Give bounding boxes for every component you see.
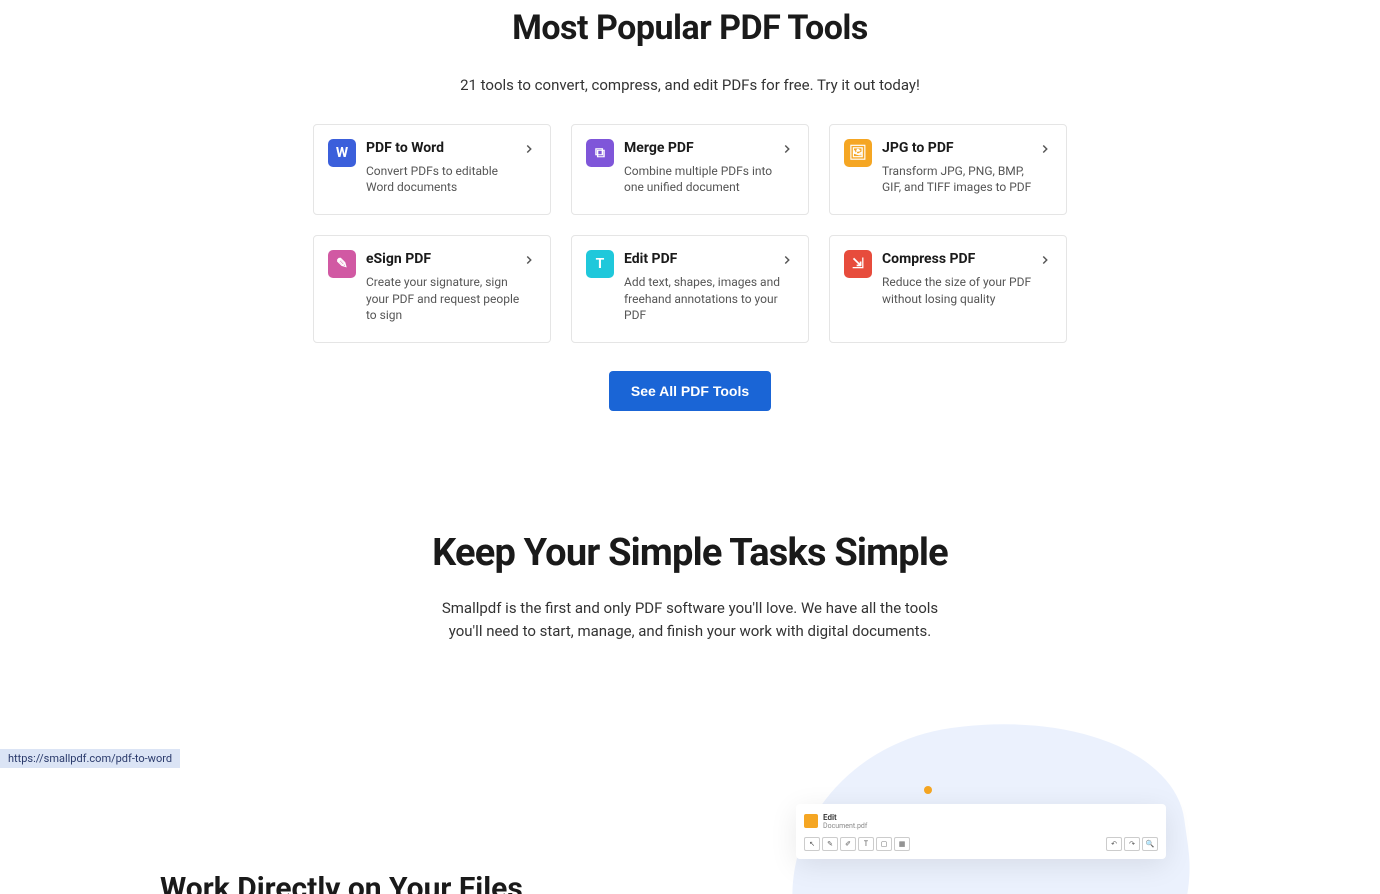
mock-doc-icon bbox=[804, 814, 818, 828]
mock-doc-name: Document.pdf bbox=[823, 822, 867, 830]
tool-title: Compress PDF bbox=[882, 250, 1052, 270]
tool-card-merge-pdf[interactable]: ⧉ Merge PDF Combine multiple PDFs into one… bbox=[571, 124, 809, 215]
browser-status-url: https://smallpdf.com/pdf-to-word bbox=[0, 749, 180, 768]
chevron-right-icon bbox=[522, 252, 536, 271]
chevron-right-icon bbox=[1038, 141, 1052, 160]
tool-desc: Transform JPG, PNG, BMP, GIF, and TIFF i… bbox=[882, 163, 1052, 197]
chevron-right-icon bbox=[780, 141, 794, 160]
tool-card-compress-pdf[interactable]: ⇲ Compress PDF Reduce the size of your PDF… bbox=[829, 235, 1067, 343]
section-subtitle: 21 tools to convert, compress, and edit … bbox=[160, 76, 1220, 94]
jpg-to-pdf-icon: 🖼 bbox=[844, 139, 872, 167]
compress-pdf-icon: ⇲ bbox=[844, 250, 872, 278]
esign-pdf-icon: ✎ bbox=[328, 250, 356, 278]
tool-desc: Create your signature, sign your PDF and… bbox=[366, 274, 536, 324]
tool-title: JPG to PDF bbox=[882, 139, 1052, 159]
mock-toolbar: ↖ ✎ ✐ T ▢ ▦ ↶ ↷ 🔍 bbox=[802, 835, 1160, 853]
text-tool-icon: T bbox=[858, 837, 874, 851]
tool-desc: Combine multiple PDFs into one unified d… bbox=[624, 163, 794, 197]
pointer-tool-icon: ↖ bbox=[804, 837, 820, 851]
chevron-right-icon bbox=[780, 252, 794, 271]
chevron-right-icon bbox=[522, 141, 536, 160]
zoom-icon: 🔍 bbox=[1142, 837, 1158, 851]
mock-doc-title: Edit bbox=[823, 813, 867, 822]
pen-tool-icon: ✎ bbox=[822, 837, 838, 851]
section2-text: Smallpdf is the first and only PDF softw… bbox=[430, 597, 950, 644]
pdf-to-word-icon: W bbox=[328, 139, 356, 167]
tool-card-edit-pdf[interactable]: T Edit PDF Add text, shapes, images and fr… bbox=[571, 235, 809, 343]
tool-desc: Convert PDFs to editable Word documents bbox=[366, 163, 536, 197]
image-tool-icon: ▦ bbox=[894, 837, 910, 851]
highlight-tool-icon: ✐ bbox=[840, 837, 856, 851]
tool-title: Edit PDF bbox=[624, 250, 794, 270]
tool-title: Merge PDF bbox=[624, 139, 794, 159]
tool-title: PDF to Word bbox=[366, 139, 536, 159]
chevron-right-icon bbox=[1038, 252, 1052, 271]
tool-card-pdf-to-word[interactable]: W PDF to Word Convert PDFs to editable Wor… bbox=[313, 124, 551, 215]
section2-title: Keep Your Simple Tasks Simple bbox=[160, 531, 1220, 575]
shape-tool-icon: ▢ bbox=[876, 837, 892, 851]
section3-title: Work Directly on Your Files bbox=[160, 871, 523, 894]
section-title: Most Popular PDF Tools bbox=[160, 8, 1220, 48]
redo-icon: ↷ bbox=[1124, 837, 1140, 851]
undo-icon: ↶ bbox=[1106, 837, 1122, 851]
decorative-dot bbox=[924, 786, 932, 794]
tool-card-esign-pdf[interactable]: ✎ eSign PDF Create your signature, sign yo… bbox=[313, 235, 551, 343]
tools-grid: W PDF to Word Convert PDFs to editable Wor… bbox=[160, 124, 1220, 343]
illustration: Work Directly on Your Files Edit Documen… bbox=[0, 724, 1380, 894]
tool-desc: Reduce the size of your PDF without losi… bbox=[882, 274, 1052, 308]
tool-desc: Add text, shapes, images and freehand an… bbox=[624, 274, 794, 324]
see-all-tools-button[interactable]: See All PDF Tools bbox=[609, 371, 771, 411]
tool-card-jpg-to-pdf[interactable]: 🖼 JPG to PDF Transform JPG, PNG, BMP, GIF,… bbox=[829, 124, 1067, 215]
edit-pdf-icon: T bbox=[586, 250, 614, 278]
merge-pdf-icon: ⧉ bbox=[586, 139, 614, 167]
mock-editor-window: Edit Document.pdf ↖ ✎ ✐ T ▢ ▦ ↶ ↷ 🔍 bbox=[796, 804, 1166, 859]
tool-title: eSign PDF bbox=[366, 250, 536, 270]
